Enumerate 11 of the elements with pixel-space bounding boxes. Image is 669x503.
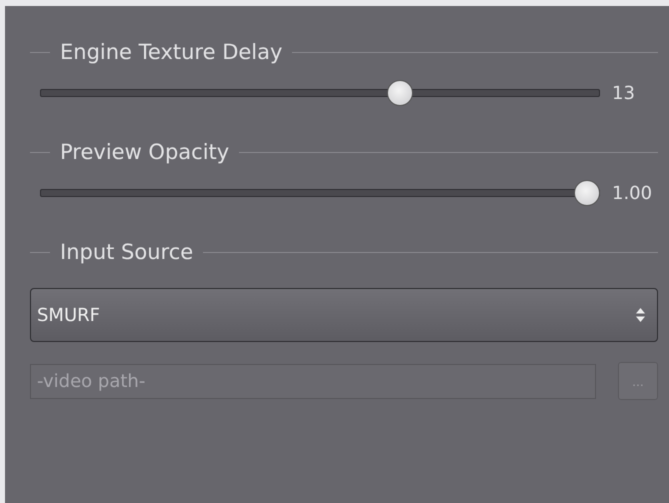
group-title: Preview Opacity <box>60 140 230 164</box>
slider[interactable] <box>40 80 600 106</box>
group-title: Engine Texture Delay <box>60 40 282 64</box>
group-title: Input Source <box>60 240 194 264</box>
slider[interactable] <box>40 180 600 206</box>
slider-value: 1.00 <box>612 182 654 204</box>
slider-thumb[interactable] <box>387 80 414 106</box>
up-down-arrows-icon <box>636 308 645 322</box>
slider-value: 13 <box>612 82 636 104</box>
slider-thumb[interactable] <box>574 180 600 206</box>
source-dropdown[interactable]: SMURF <box>30 288 658 342</box>
